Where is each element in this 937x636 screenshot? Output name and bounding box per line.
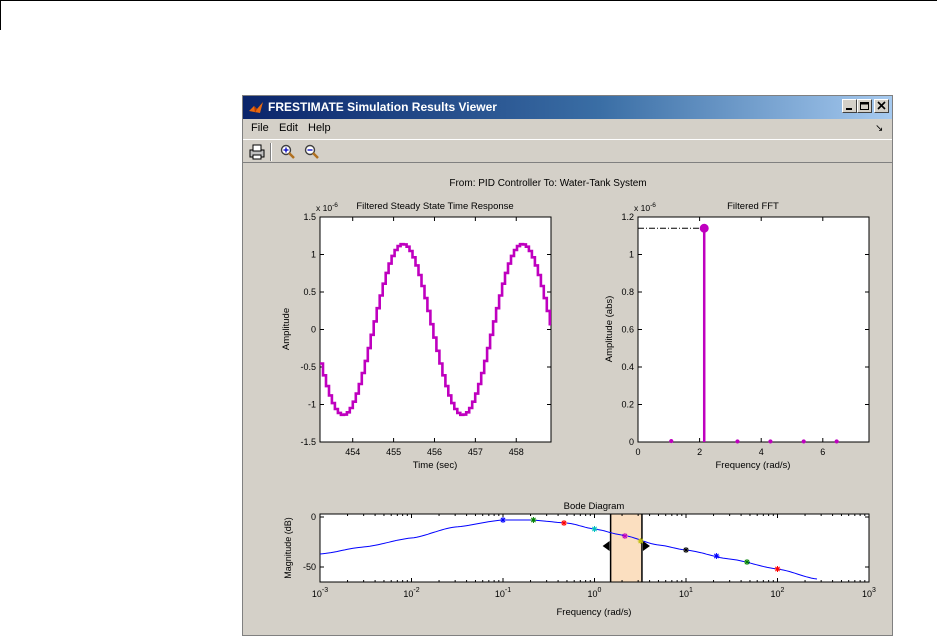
menu-bar: File Edit Help ↘ (243, 120, 892, 138)
bode-band-fill (610, 514, 642, 582)
bode-ytick-label: 0 (311, 512, 316, 522)
printer-icon (249, 144, 265, 160)
toolbar (243, 139, 892, 163)
time-ytick-label: 1.5 (303, 212, 316, 222)
fft-ytick-label: 0 (629, 437, 634, 447)
zoom-out-button[interactable] (302, 142, 322, 161)
fft-ytick-label: 0.6 (621, 325, 634, 335)
bode-xtick-label: 103 (862, 587, 876, 599)
zoom-out-icon (304, 144, 319, 159)
print-button[interactable] (247, 142, 267, 161)
fft-xtick-label: 6 (820, 447, 825, 457)
time-response-ylabel: Amplitude (281, 308, 292, 350)
zoom-in-button[interactable] (278, 142, 298, 161)
minimize-button[interactable] (842, 99, 857, 113)
bode-xtick-label: 10-3 (312, 587, 328, 599)
bode-axes[interactable]: Bode Diagram Frequency (rad/s) Magnitude… (283, 501, 876, 618)
window-title: FRESTIMATE Simulation Results Viewer (268, 100, 497, 114)
fft-xlabel: Frequency (rad/s) (716, 460, 791, 471)
fft-stem-marker (801, 439, 806, 444)
figure-super-title: From: PID Controller To: Water-Tank Syst… (449, 178, 646, 189)
bode-star-marker (743, 559, 750, 565)
fft-stem-marker (834, 439, 839, 444)
bode-star-marker (530, 517, 537, 523)
bode-star-marker (683, 547, 689, 553)
maximize-button[interactable] (857, 99, 872, 113)
bode-star-marker (774, 566, 781, 572)
zoom-in-icon (280, 144, 295, 159)
time-xtick-label: 457 (468, 447, 483, 457)
time-response-axes[interactable]: Filtered Steady State Time Response x 10… (281, 201, 552, 471)
time-ytick-label: -1 (308, 400, 316, 410)
time-xtick-label: 456 (427, 447, 442, 457)
bode-xlabel: Frequency (rad/s) (557, 607, 632, 618)
time-response-title: Filtered Steady State Time Response (356, 201, 513, 212)
bode-star-marker (500, 517, 506, 523)
bode-xtick-label: 10-2 (403, 587, 419, 599)
time-ytick-label: 1 (311, 250, 316, 260)
fft-xtick-label: 4 (759, 447, 764, 457)
fft-stem-marker (669, 438, 674, 444)
fft-ytick-label: 1.2 (621, 212, 634, 222)
bode-xtick-label: 101 (679, 587, 693, 599)
fft-ytick-label: 0.8 (621, 287, 634, 297)
fft-axes[interactable]: Filtered FFT x 10-6 Frequency (rad/s) Am… (604, 201, 870, 471)
maximize-icon (860, 102, 869, 110)
fft-exponent: x 10-6 (634, 202, 656, 213)
fft-stem-marker (699, 223, 709, 233)
bode-ytick-label: -50 (303, 562, 316, 572)
close-button[interactable] (874, 99, 889, 113)
fft-stem-marker (735, 439, 740, 444)
bode-xtick-label: 100 (588, 587, 602, 599)
close-icon (877, 101, 886, 110)
toolbar-separator (270, 143, 272, 161)
fft-xtick-label: 0 (635, 447, 640, 457)
bode-star-marker (621, 533, 628, 539)
time-ytick-label: -1.5 (300, 437, 316, 447)
fft-ytick-label: 0.4 (621, 362, 634, 372)
bode-star-marker (713, 553, 720, 559)
fft-xtick-label: 2 (697, 447, 702, 457)
time-xtick-label: 455 (386, 447, 401, 457)
fft-ytick-label: 0.2 (621, 400, 634, 410)
time-xtick-label: 454 (345, 447, 360, 457)
figure-canvas: From: PID Controller To: Water-Tank Syst… (281, 178, 876, 618)
matlab-icon (249, 102, 263, 113)
dock-arrow-icon[interactable]: ↘ (875, 123, 883, 134)
bode-star-marker (560, 520, 567, 526)
fft-ytick-label: 1 (629, 250, 634, 260)
bode-xtick-label: 102 (771, 587, 785, 599)
time-ytick-label: -0.5 (300, 362, 316, 372)
time-response-xlabel: Time (sec) (413, 460, 458, 471)
fft-plot-box (637, 216, 870, 443)
menu-edit[interactable]: Edit (279, 122, 298, 134)
bode-plot-box (319, 513, 870, 583)
frestimate-window: FRESTIMATE Simulation Results Viewer Fil… (242, 95, 893, 636)
fft-ylabel: Amplitude (abs) (604, 296, 615, 363)
bode-xtick-label: 10-1 (495, 587, 511, 599)
bode-ylabel: Magnitude (dB) (283, 517, 293, 579)
bode-star-marker (637, 538, 644, 544)
menu-file[interactable]: File (251, 122, 269, 134)
time-ytick-label: 0 (311, 325, 316, 335)
time-xtick-label: 458 (509, 447, 524, 457)
bode-title: Bode Diagram (564, 501, 625, 512)
title-bar[interactable]: FRESTIMATE Simulation Results Viewer (243, 96, 892, 119)
fft-stem-marker (768, 439, 773, 444)
fft-title: Filtered FFT (727, 201, 779, 212)
menu-help[interactable]: Help (308, 122, 331, 134)
bode-star-marker (591, 526, 598, 532)
document-top-rule (0, 0, 937, 1)
time-ytick-label: 0.5 (303, 287, 316, 297)
time-response-exponent: x 10-6 (316, 202, 338, 213)
document-margin-mark (0, 0, 1, 30)
figure-area: From: PID Controller To: Water-Tank Syst… (243, 166, 892, 635)
minimize-icon (846, 108, 852, 110)
